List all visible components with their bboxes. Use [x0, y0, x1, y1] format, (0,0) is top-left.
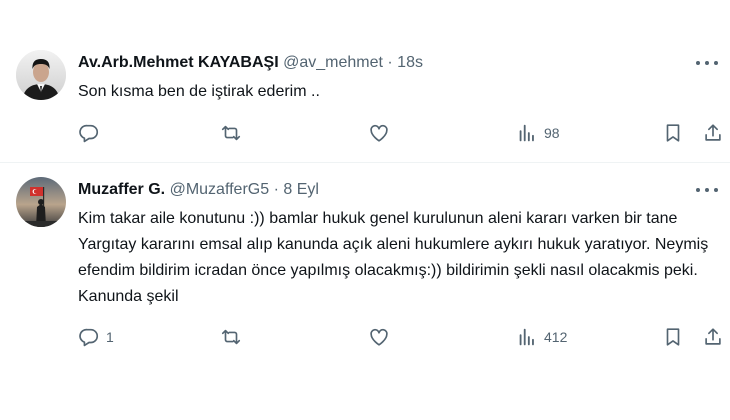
- reply-button[interactable]: 1: [78, 325, 114, 349]
- retweet-icon: [221, 329, 241, 345]
- author-handle[interactable]: @MuzafferG5: [170, 181, 270, 198]
- views-icon: [519, 328, 534, 346]
- tweet-text: Kim takar aile konutunu :)) bamlar hukuk…: [78, 210, 709, 305]
- tweet-card[interactable]: Muzaffer G. @MuzafferG5 · 8 Eyl Kim taka…: [0, 0, 730, 420]
- author-name[interactable]: Muzaffer G.: [78, 181, 165, 198]
- like-icon: [370, 328, 388, 346]
- share-button[interactable]: [702, 325, 724, 349]
- avatar[interactable]: [16, 177, 66, 227]
- header-separator: ·: [273, 181, 279, 198]
- share-icon: [705, 328, 721, 345]
- like-button[interactable]: [368, 325, 396, 349]
- retweet-button[interactable]: [220, 325, 248, 349]
- bookmark-icon: [666, 328, 680, 346]
- reply-count: 1: [106, 329, 114, 345]
- more-icon[interactable]: [696, 180, 718, 200]
- views-count: 412: [544, 329, 568, 345]
- views-button[interactable]: 412: [516, 325, 567, 349]
- bookmark-button[interactable]: [662, 325, 684, 349]
- tweet-header: Muzaffer G. @MuzafferG5 · 8 Eyl: [78, 180, 319, 200]
- reply-icon: [79, 328, 99, 347]
- tweet-time[interactable]: 8 Eyl: [283, 181, 319, 198]
- action-bar: 1 412: [70, 325, 730, 349]
